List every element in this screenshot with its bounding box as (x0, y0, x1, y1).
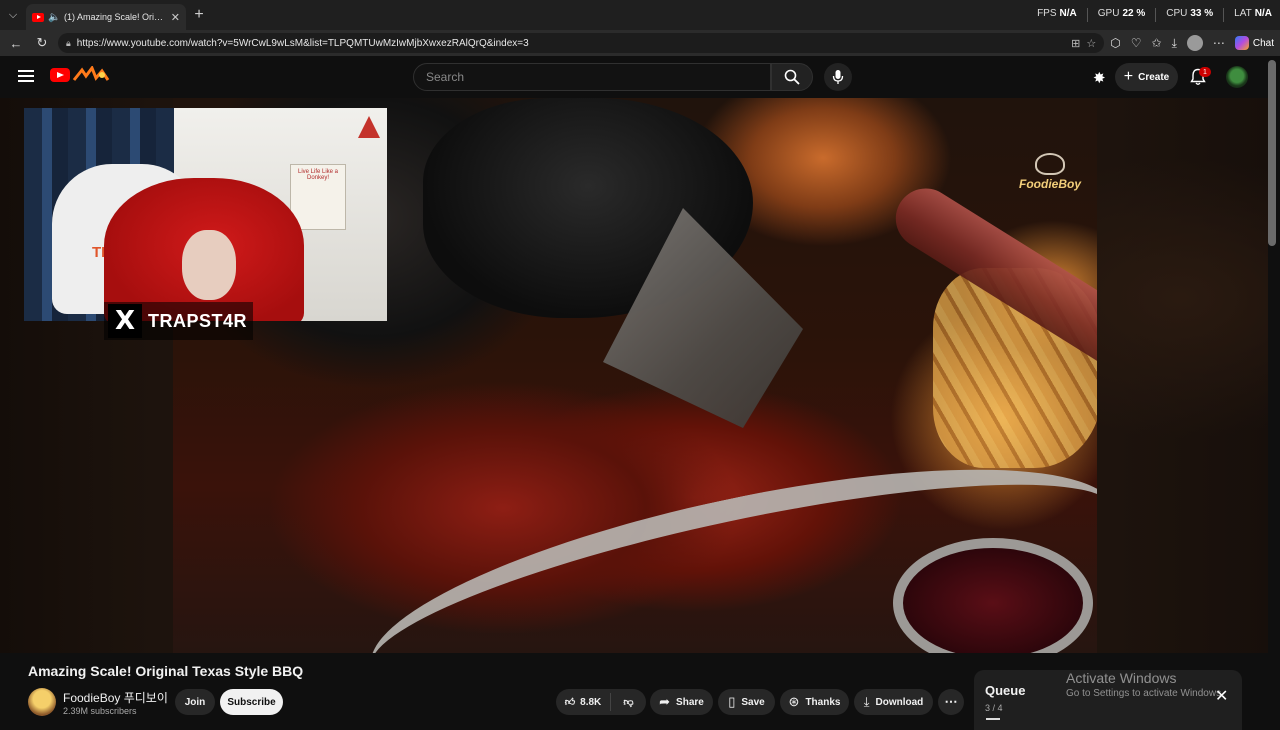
profile-avatar[interactable] (1186, 35, 1203, 51)
youtube-header: Search ✸ + Create 1 (0, 56, 1280, 98)
browser-essentials-icon[interactable]: ♡ (1131, 36, 1142, 50)
streamer-webcam-overlay: Live Life Like a Donkey! TRAPS (24, 108, 387, 321)
bookmark-icon: ▯ (728, 694, 736, 709)
dislike-button[interactable]: 👎︎ (611, 696, 646, 708)
tab-list-dropdown-icon[interactable]: ⌵ (0, 0, 26, 30)
channel-avatar[interactable] (28, 688, 56, 716)
microphone-icon (832, 70, 844, 84)
channel-watermark: FoodieBoy (1018, 153, 1082, 205)
perf-lat: LAT N/A (1234, 8, 1272, 19)
perf-cpu: CPU 33 % (1166, 8, 1214, 19)
super-thanks-icon: ⊛ (788, 694, 800, 709)
download-label: Download (875, 696, 924, 708)
webcam-poster: Live Life Like a Donkey! (290, 164, 346, 230)
watermark-mascot-icon (1035, 153, 1065, 175)
youtube-doodle-icon[interactable] (72, 66, 110, 84)
search-button[interactable] (771, 63, 813, 91)
share-button[interactable]: ➦ Share (650, 689, 713, 715)
performance-overlay: FPS N/A GPU 22 % CPU 33 % LAT N/A (1037, 8, 1272, 22)
create-button[interactable]: + Create (1115, 63, 1178, 91)
activate-windows-watermark: Activate Windows Go to Settings to activ… (1066, 670, 1224, 699)
create-label: Create (1138, 71, 1170, 83)
streamer-handle: TRAPST4R (148, 310, 248, 331)
like-dislike-group: 👍︎ 8.8K 👎︎ (556, 689, 646, 715)
account-avatar[interactable] (1226, 66, 1248, 88)
notification-count-badge: 1 (1199, 67, 1211, 77)
menu-hamburger-icon[interactable] (18, 70, 34, 82)
youtube-logo-icon[interactable] (50, 68, 70, 82)
browser-tab-active[interactable]: 🔈 (1) Amazing Scale! Original Te ✕ (26, 4, 186, 30)
perf-divider (1155, 8, 1157, 22)
site-info-icon[interactable]: 🔒︎ (66, 38, 71, 49)
back-arrow-icon[interactable]: ← (6, 33, 26, 53)
more-menu-icon[interactable]: ⋯ (1213, 36, 1225, 50)
favorite-star-icon[interactable]: ☆ (1086, 37, 1096, 50)
join-button[interactable]: Join (175, 689, 215, 715)
thumbs-down-icon: 👎︎ (623, 697, 634, 708)
thanks-button[interactable]: ⊛ Thanks (780, 689, 849, 715)
perf-divider (1223, 8, 1225, 22)
perf-fps: FPS N/A (1037, 8, 1077, 19)
download-button[interactable]: ⤓ Download (854, 689, 933, 715)
channel-name[interactable]: FoodieBoy 푸디보이 (63, 689, 168, 706)
thumbs-up-icon: 👍︎ (564, 697, 576, 708)
url-bar[interactable]: 🔒︎ https://www.youtube.com/watch?v=5WrCw… (58, 33, 1105, 53)
thanks-label: Thanks (805, 696, 841, 708)
app-available-icon[interactable]: ⊞ (1071, 37, 1080, 50)
perf-gpu: GPU 22 % (1097, 8, 1146, 19)
streamer-face (182, 230, 236, 300)
subscriber-count: 2.39M subscribers (63, 706, 137, 716)
more-actions-icon[interactable]: ⋯ (938, 689, 964, 715)
audio-playing-icon[interactable]: 🔈 (48, 12, 60, 23)
x-logo-icon: X (108, 304, 142, 338)
save-label: Save (741, 696, 765, 708)
subscribe-button[interactable]: Subscribe (220, 689, 283, 715)
activate-windows-title: Activate Windows (1066, 670, 1177, 686)
save-button[interactable]: ▯ Save (718, 689, 775, 715)
browser-tab-strip: ⌵ 🔈 (1) Amazing Scale! Original Te ✕ + F… (0, 0, 1280, 30)
streamer-x-tag: X TRAPST4R (104, 302, 254, 340)
like-count: 8.8K (580, 696, 602, 708)
copilot-label: Chat (1252, 37, 1274, 49)
address-toolbar: ← ↻ 🔒︎ https://www.youtube.com/watch?v=5… (0, 30, 1280, 56)
refresh-icon[interactable]: ↻ (32, 33, 52, 53)
queue-title: Queue (985, 683, 1026, 698)
new-tab-button[interactable]: + (186, 6, 212, 24)
like-button[interactable]: 👍︎ 8.8K (556, 693, 611, 711)
favorites-icon[interactable]: ✩ (1152, 36, 1162, 50)
copilot-button[interactable]: Chat (1234, 36, 1274, 50)
download-arrow-icon: ⤓ (863, 694, 870, 709)
page-scrollbar[interactable] (1268, 60, 1276, 246)
url-text: https://www.youtube.com/watch?v=5WrCwL9w… (76, 37, 529, 49)
video-title: Amazing Scale! Original Texas Style BBQ (28, 663, 304, 679)
tab-title: (1) Amazing Scale! Original Te (64, 12, 167, 22)
studio-sparkle-icon[interactable]: ✸ (1093, 69, 1106, 87)
tab-close-icon[interactable]: ✕ (171, 11, 180, 24)
youtube-favicon-icon (32, 12, 44, 22)
copilot-icon (1234, 36, 1249, 50)
plus-icon: + (1123, 68, 1134, 85)
perf-divider (1086, 8, 1088, 22)
activate-windows-subtitle: Go to Settings to activate Windows. (1066, 688, 1224, 699)
search-icon (784, 69, 800, 85)
queue-position: 3 / 4 (985, 703, 1003, 713)
extensions-icon[interactable]: ⬡ (1110, 36, 1120, 50)
share-arrow-icon: ➦ (659, 694, 671, 709)
toolbar-icons: ⬡ ♡ ✩ ⤓ ⋯ Chat (1110, 35, 1274, 51)
share-label: Share (676, 696, 704, 708)
search-input[interactable]: Search (413, 63, 771, 91)
downloads-icon[interactable]: ⤓ (1172, 36, 1177, 51)
voice-search-button[interactable] (824, 63, 852, 91)
watermark-text: FoodieBoy (1019, 177, 1081, 191)
